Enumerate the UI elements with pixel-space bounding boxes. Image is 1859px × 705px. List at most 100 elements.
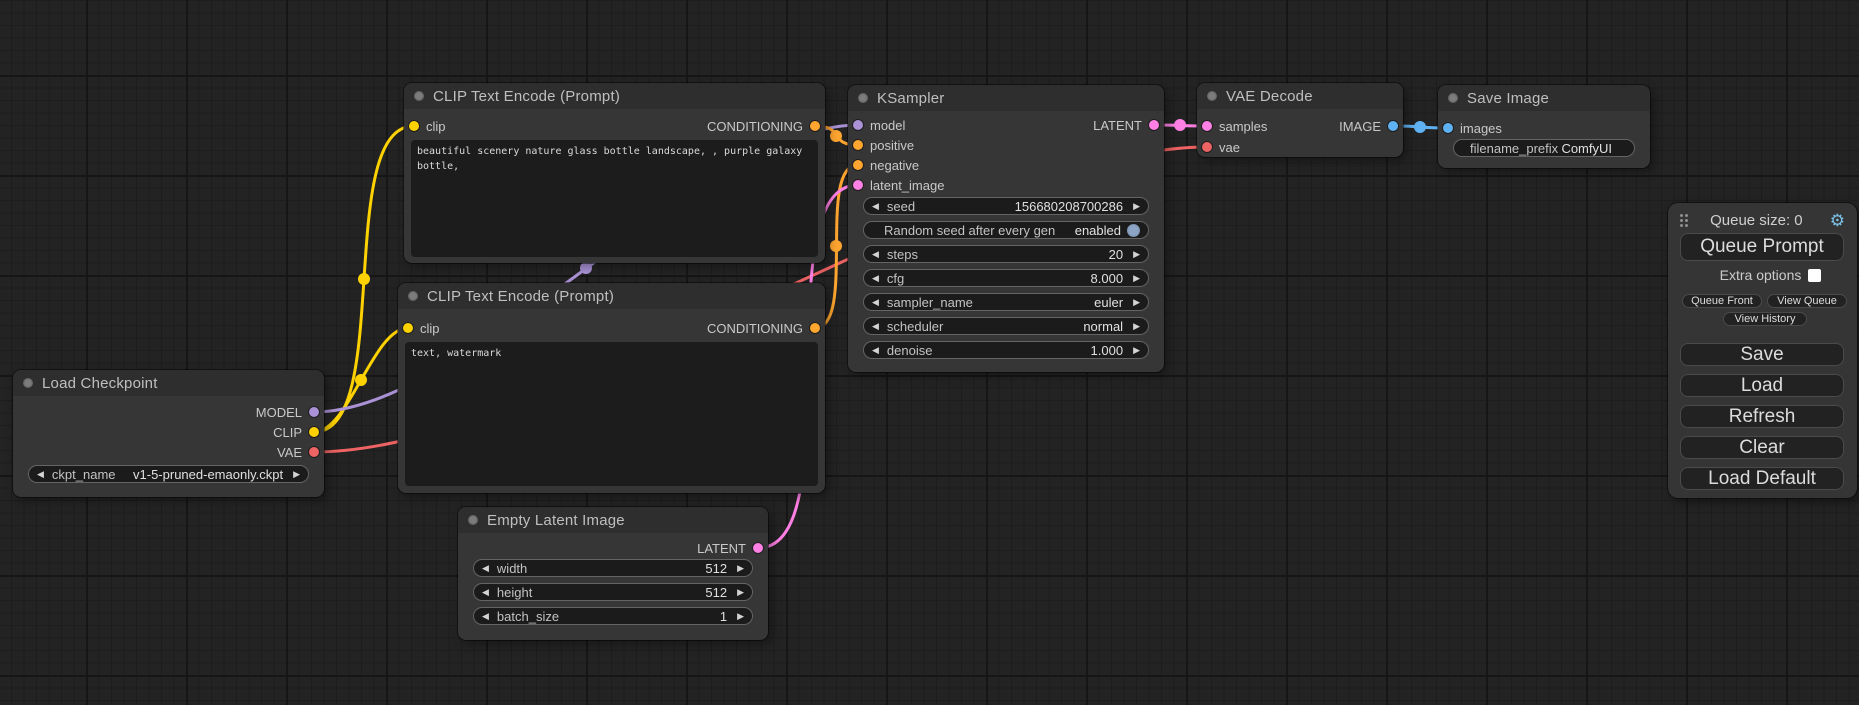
- widget-filename-prefix[interactable]: filename_prefix ComfyUI: [1453, 139, 1635, 157]
- node-title: Empty Latent Image: [487, 512, 625, 529]
- widget-height[interactable]: ◀ height 512 ▶: [473, 583, 753, 601]
- node-status-icon: [1448, 93, 1458, 103]
- node-title-bar[interactable]: Empty Latent Image: [458, 507, 768, 533]
- conditioning-port-icon[interactable]: [853, 160, 863, 170]
- clip-port-icon[interactable]: [409, 121, 419, 131]
- increment-arrow-icon[interactable]: ▶: [737, 564, 744, 573]
- widget-ckpt-name[interactable]: ◀ ckpt_name v1-5-pruned-emaonly.ckpt ▶: [28, 465, 309, 483]
- widget-steps[interactable]: ◀ steps 20 ▶: [863, 245, 1149, 263]
- node-title-bar[interactable]: CLIP Text Encode (Prompt): [398, 283, 825, 309]
- decrement-arrow-icon[interactable]: ◀: [872, 250, 879, 259]
- decrement-arrow-icon[interactable]: ◀: [872, 322, 879, 331]
- negative-prompt-textarea[interactable]: text, watermark: [405, 342, 818, 486]
- increment-arrow-icon[interactable]: ▶: [1133, 322, 1140, 331]
- output-port-vae[interactable]: VAE: [277, 444, 319, 460]
- decrement-arrow-icon[interactable]: ◀: [482, 564, 489, 573]
- decrement-arrow-icon[interactable]: ◀: [482, 588, 489, 597]
- input-port-latent-image[interactable]: latent_image: [853, 177, 944, 193]
- increment-arrow-icon[interactable]: ▶: [1133, 250, 1140, 259]
- increment-arrow-icon[interactable]: ▶: [737, 612, 744, 621]
- latent-port-icon[interactable]: [1202, 121, 1212, 131]
- widget-random-seed-toggle[interactable]: Random seed after every gen enabled: [863, 221, 1149, 239]
- extra-options-checkbox[interactable]: [1808, 269, 1821, 282]
- vae-port-icon[interactable]: [1202, 142, 1212, 152]
- input-port-samples[interactable]: samples: [1202, 118, 1267, 134]
- save-button[interactable]: Save: [1680, 343, 1844, 366]
- conditioning-port-icon[interactable]: [810, 121, 820, 131]
- node-title: VAE Decode: [1226, 88, 1313, 105]
- decrement-arrow-icon[interactable]: ◀: [872, 346, 879, 355]
- node-status-icon: [1207, 91, 1217, 101]
- input-port-positive[interactable]: positive: [853, 137, 914, 153]
- node-title-bar[interactable]: VAE Decode: [1197, 83, 1403, 109]
- queue-size-label: Queue size: 0: [1683, 212, 1830, 229]
- input-port-clip[interactable]: clip: [403, 320, 440, 336]
- widget-cfg[interactable]: ◀ cfg 8.000 ▶: [863, 269, 1149, 287]
- increment-arrow-icon[interactable]: ▶: [1133, 274, 1140, 283]
- output-port-clip[interactable]: CLIP: [273, 424, 319, 440]
- queue-panel-header: Queue size: 0 ⚙: [1668, 209, 1857, 231]
- widget-sampler-name[interactable]: ◀ sampler_name euler ▶: [863, 293, 1149, 311]
- decrement-arrow-icon[interactable]: ◀: [37, 470, 44, 479]
- conditioning-port-icon[interactable]: [853, 140, 863, 150]
- view-queue-button[interactable]: View Queue: [1767, 294, 1847, 308]
- input-port-clip[interactable]: clip: [409, 118, 446, 134]
- node-title-bar[interactable]: Save Image: [1438, 85, 1650, 111]
- latent-port-icon[interactable]: [853, 180, 863, 190]
- output-port-latent[interactable]: LATENT: [697, 540, 763, 556]
- link-midpoint-dot: [830, 130, 842, 142]
- node-title-bar[interactable]: CLIP Text Encode (Prompt): [404, 83, 825, 109]
- conditioning-port-icon[interactable]: [810, 323, 820, 333]
- link-midpoint-dot: [355, 374, 367, 386]
- link-midpoint-dot: [580, 262, 592, 274]
- increment-arrow-icon[interactable]: ▶: [293, 470, 300, 479]
- model-port-icon[interactable]: [309, 407, 319, 417]
- input-port-model[interactable]: model: [853, 117, 905, 133]
- view-history-button[interactable]: View History: [1723, 312, 1807, 326]
- clip-port-icon[interactable]: [403, 323, 413, 333]
- load-button[interactable]: Load: [1680, 374, 1844, 397]
- image-port-icon[interactable]: [1443, 123, 1453, 133]
- node-ksampler: KSampler model positive negative latent_…: [848, 85, 1164, 372]
- model-port-icon[interactable]: [853, 120, 863, 130]
- increment-arrow-icon[interactable]: ▶: [1133, 202, 1140, 211]
- increment-arrow-icon[interactable]: ▶: [1133, 298, 1140, 307]
- widget-batch-size[interactable]: ◀ batch_size 1 ▶: [473, 607, 753, 625]
- queue-prompt-button[interactable]: Queue Prompt: [1680, 233, 1844, 261]
- output-port-latent[interactable]: LATENT: [1093, 117, 1159, 133]
- image-port-icon[interactable]: [1388, 121, 1398, 131]
- load-default-button[interactable]: Load Default: [1680, 467, 1844, 490]
- positive-prompt-textarea[interactable]: beautiful scenery nature glass bottle la…: [411, 140, 818, 257]
- decrement-arrow-icon[interactable]: ◀: [482, 612, 489, 621]
- increment-arrow-icon[interactable]: ▶: [737, 588, 744, 597]
- clip-port-icon[interactable]: [309, 427, 319, 437]
- vae-port-icon[interactable]: [309, 447, 319, 457]
- node-graph-canvas[interactable]: Load Checkpoint MODEL CLIP VAE ◀ ckpt_na…: [0, 0, 1859, 705]
- output-port-model[interactable]: MODEL: [256, 404, 319, 420]
- link-midpoint-dot: [1414, 121, 1426, 133]
- node-title-bar[interactable]: KSampler: [848, 85, 1164, 111]
- latent-port-icon[interactable]: [753, 543, 763, 553]
- node-status-icon: [468, 515, 478, 525]
- settings-gear-icon[interactable]: ⚙: [1830, 212, 1845, 229]
- increment-arrow-icon[interactable]: ▶: [1133, 346, 1140, 355]
- latent-port-icon[interactable]: [1149, 120, 1159, 130]
- decrement-arrow-icon[interactable]: ◀: [872, 298, 879, 307]
- queue-front-button[interactable]: Queue Front: [1682, 294, 1762, 308]
- input-port-negative[interactable]: negative: [853, 157, 919, 173]
- output-port-conditioning[interactable]: CONDITIONING: [707, 118, 820, 134]
- decrement-arrow-icon[interactable]: ◀: [872, 202, 879, 211]
- clear-button[interactable]: Clear: [1680, 436, 1844, 459]
- refresh-button[interactable]: Refresh: [1680, 405, 1844, 428]
- widget-seed[interactable]: ◀ seed 156680208700286 ▶: [863, 197, 1149, 215]
- output-port-conditioning[interactable]: CONDITIONING: [707, 320, 820, 336]
- toggle-enabled-icon[interactable]: [1127, 224, 1140, 237]
- output-port-image[interactable]: IMAGE: [1339, 118, 1398, 134]
- widget-width[interactable]: ◀ width 512 ▶: [473, 559, 753, 577]
- widget-scheduler[interactable]: ◀ scheduler normal ▶: [863, 317, 1149, 335]
- input-port-vae[interactable]: vae: [1202, 139, 1240, 155]
- input-port-images[interactable]: images: [1443, 120, 1502, 136]
- widget-denoise[interactable]: ◀ denoise 1.000 ▶: [863, 341, 1149, 359]
- node-title-bar[interactable]: Load Checkpoint: [13, 370, 324, 396]
- decrement-arrow-icon[interactable]: ◀: [872, 274, 879, 283]
